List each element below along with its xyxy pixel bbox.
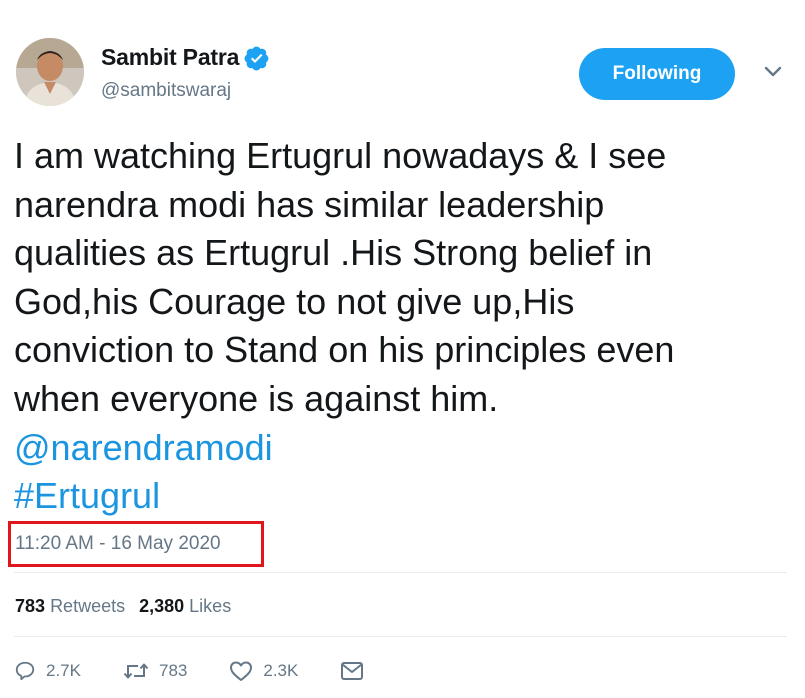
like-count: 2.3K bbox=[263, 661, 299, 680]
chevron-down-icon[interactable] bbox=[763, 65, 783, 79]
tweet-text-line: narendra modi has similar leadership bbox=[14, 183, 605, 225]
likes-label: Likes bbox=[189, 596, 232, 616]
tweet-text: I am watching Ertugrul nowadays & I see … bbox=[14, 132, 799, 521]
author-name-row: Sambit Patra bbox=[101, 44, 270, 71]
retweets-count: 783 bbox=[15, 596, 46, 616]
reply-button[interactable]: 2.7K bbox=[14, 660, 81, 682]
author-handle[interactable]: @sambitswaraj bbox=[101, 80, 231, 102]
tweet-actions: 2.7K 783 2.3K bbox=[14, 660, 416, 682]
divider bbox=[14, 572, 787, 573]
following-button[interactable]: Following bbox=[579, 48, 735, 100]
tweet-text-line: when everyone is against him. bbox=[14, 377, 499, 419]
likes-count: 2,380 bbox=[139, 596, 185, 616]
avatar[interactable] bbox=[16, 38, 84, 106]
direct-message-button[interactable] bbox=[340, 661, 374, 681]
reply-icon bbox=[15, 661, 35, 681]
retweets-stat[interactable]: 783 Retweets bbox=[15, 596, 125, 617]
tweet-text-line: qualities as Ertugrul .His Strong belief… bbox=[14, 232, 653, 274]
verified-badge-icon bbox=[244, 46, 269, 70]
retweet-button[interactable]: 783 bbox=[123, 660, 187, 682]
reply-count: 2.7K bbox=[46, 661, 81, 680]
tweet-text-line: conviction to Stand on his principles ev… bbox=[14, 329, 675, 371]
avatar-image bbox=[16, 38, 84, 106]
hashtag-link[interactable]: #Ertugrul bbox=[14, 472, 799, 521]
tweet-timestamp[interactable]: 11:20 AM - 16 May 2020 bbox=[15, 533, 221, 555]
likes-stat[interactable]: 2,380 Likes bbox=[139, 596, 231, 617]
like-button[interactable]: 2.3K bbox=[229, 660, 298, 682]
retweet-count: 783 bbox=[158, 661, 188, 680]
author-display-name[interactable]: Sambit Patra bbox=[101, 44, 239, 71]
divider bbox=[14, 636, 787, 637]
tweet-card: Sambit Patra @sambitswaraj Following I a… bbox=[0, 0, 805, 698]
tweet-text-line: God,his Courage to not give up,His bbox=[14, 280, 575, 322]
mention-link[interactable]: @narendramodi bbox=[14, 424, 799, 473]
like-icon bbox=[230, 661, 253, 681]
retweet-icon bbox=[123, 663, 149, 679]
message-icon bbox=[341, 662, 364, 680]
tweet-stats: 783 Retweets 2,380 Likes bbox=[15, 596, 245, 617]
tweet-text-line: I am watching Ertugrul nowadays & I see bbox=[14, 135, 667, 176]
retweets-label: Retweets bbox=[50, 596, 126, 616]
